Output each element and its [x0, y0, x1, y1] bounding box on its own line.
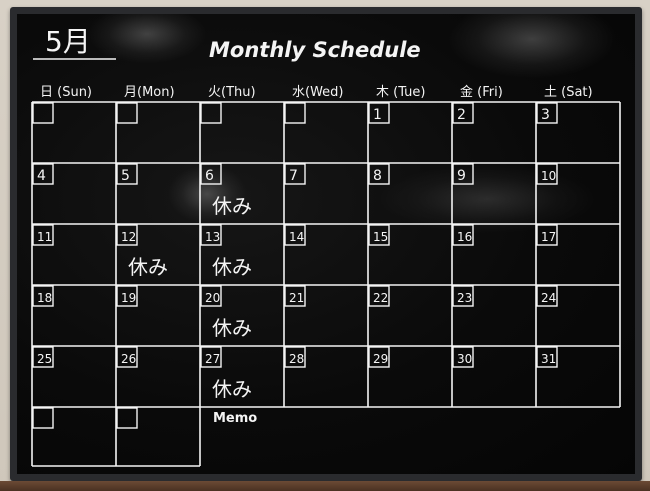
- calendar-cells: 1 2 34 5 6休み7 8 9 1011 12休み13休み14 15 16 1718 19 20休み2…: [32, 102, 558, 429]
- weekday-label: 月(Mon): [124, 85, 175, 100]
- date-number: 7: [289, 168, 298, 184]
- marker-tray: [0, 481, 650, 491]
- date-number: 30: [457, 352, 472, 366]
- date-number: 5: [121, 168, 130, 184]
- date-number: 23: [457, 291, 472, 305]
- date-number: 13: [205, 230, 220, 244]
- calendar-grid: [31, 101, 621, 467]
- weekday-label: 水(Wed): [292, 85, 344, 100]
- date-box: [200, 102, 222, 124]
- weekday-label: 日 (Sun): [40, 85, 92, 100]
- weekday-label: 木 (Tue): [376, 85, 425, 100]
- date-number: 21: [289, 291, 304, 305]
- date-box: [116, 407, 138, 429]
- date-number: 8: [373, 168, 382, 184]
- date-number: 15: [373, 230, 388, 244]
- weekday-label: 金 (Fri): [460, 84, 503, 100]
- rest-day-note: 休み: [128, 255, 168, 279]
- month-label: 5月: [45, 25, 91, 58]
- date-number: 19: [121, 291, 136, 305]
- date-number: 12: [121, 230, 136, 244]
- weekday-label: 火(Thu): [208, 85, 256, 100]
- date-number: 9: [457, 168, 466, 184]
- date-number: 4: [37, 168, 46, 184]
- date-number: 18: [37, 291, 52, 305]
- date-number: 14: [289, 230, 304, 244]
- date-number: 27: [205, 352, 220, 366]
- rest-day-note: 休み: [212, 377, 252, 401]
- date-number: 10: [541, 169, 556, 183]
- date-number: 2: [457, 107, 466, 123]
- date-number: 28: [289, 352, 304, 366]
- date-number: 16: [457, 230, 472, 244]
- date-number: 17: [541, 230, 556, 244]
- date-number: 22: [373, 291, 388, 305]
- rest-day-note: 休み: [212, 194, 252, 218]
- date-number: 25: [37, 352, 52, 366]
- date-box: [284, 102, 306, 124]
- date-number: 20: [205, 291, 220, 305]
- memo-label: Memo: [213, 411, 257, 426]
- calendar-drawing: 5月 Monthly Schedule 日 (Sun) 月(Mon) 火(Thu) 水…: [31, 25, 621, 467]
- board-title: Monthly Schedule: [209, 38, 421, 62]
- date-number: 3: [541, 107, 550, 123]
- weekday-header-row: 日 (Sun) 月(Mon) 火(Thu) 水(Wed) 木 (Tue) 金 (Fri) 土…: [40, 84, 593, 100]
- date-number: 24: [541, 291, 556, 305]
- date-box: [116, 102, 138, 124]
- rest-day-note: 休み: [212, 255, 252, 279]
- whiteboard-frame: 5月 Monthly Schedule 日 (Sun) 月(Mon) 火(Thu) 水…: [10, 7, 642, 481]
- date-number: 29: [373, 352, 388, 366]
- date-box: [32, 102, 54, 124]
- date-number: 26: [121, 352, 136, 366]
- weekday-label: 土 (Sat): [544, 85, 593, 100]
- rest-day-note: 休み: [212, 316, 252, 340]
- date-number: 11: [37, 230, 52, 244]
- date-box: [32, 407, 54, 429]
- date-number: 31: [541, 352, 556, 366]
- blackboard-surface: 5月 Monthly Schedule 日 (Sun) 月(Mon) 火(Thu) 水…: [17, 14, 635, 474]
- date-number: 6: [205, 168, 214, 184]
- date-number: 1: [373, 107, 382, 123]
